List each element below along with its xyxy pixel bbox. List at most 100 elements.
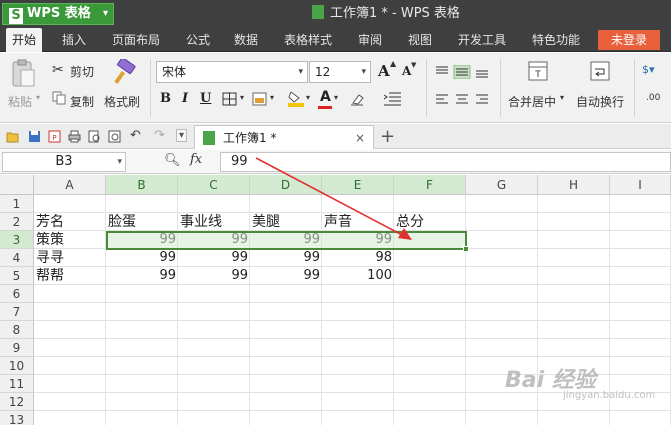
- grid-cell[interactable]: [178, 339, 250, 357]
- wrap-text-icon[interactable]: [590, 61, 610, 81]
- tab-data[interactable]: 数据: [234, 28, 258, 52]
- formula-input[interactable]: 99: [220, 152, 671, 172]
- grid-cell[interactable]: [610, 285, 671, 303]
- chevron-down-icon[interactable]: ▾: [560, 93, 564, 102]
- bold-button[interactable]: B: [160, 91, 171, 106]
- horizontal-align-group[interactable]: [434, 93, 494, 105]
- grid-cell[interactable]: [466, 267, 538, 285]
- grid-cell[interactable]: [178, 393, 250, 411]
- indent-icons[interactable]: [383, 91, 403, 107]
- tab-formulas[interactable]: 公式: [186, 28, 210, 52]
- grid-cell[interactable]: [610, 357, 671, 375]
- copy-icon[interactable]: [52, 91, 66, 105]
- grid-cell[interactable]: [106, 195, 178, 213]
- row-header[interactable]: 2: [0, 213, 34, 231]
- column-header[interactable]: B: [106, 175, 178, 195]
- chevron-down-icon[interactable]: ▾: [270, 93, 274, 102]
- grid-cell[interactable]: [250, 339, 322, 357]
- row-header[interactable]: 7: [0, 303, 34, 321]
- column-header[interactable]: C: [178, 175, 250, 195]
- grid-cell[interactable]: [250, 393, 322, 411]
- scissors-icon[interactable]: ✂: [52, 62, 64, 78]
- chevron-down-icon[interactable]: ▾: [334, 93, 338, 102]
- grid-cell[interactable]: [106, 285, 178, 303]
- row-header[interactable]: 5: [0, 267, 34, 285]
- grid-cell[interactable]: [34, 303, 106, 321]
- grid-cell[interactable]: [322, 375, 394, 393]
- print-preview-icon[interactable]: [88, 130, 101, 143]
- grid-cell[interactable]: [322, 393, 394, 411]
- grid-cell[interactable]: [250, 285, 322, 303]
- grid-cell[interactable]: [394, 375, 466, 393]
- grid-cell[interactable]: [250, 303, 322, 321]
- shrink-font-button[interactable]: A: [402, 64, 411, 78]
- grid-cell[interactable]: [538, 321, 610, 339]
- grid-cell[interactable]: [394, 357, 466, 375]
- wrap-text-button[interactable]: 自动换行: [576, 93, 624, 110]
- grid-cell[interactable]: [34, 357, 106, 375]
- row-header[interactable]: 1: [0, 195, 34, 213]
- row-header[interactable]: 4: [0, 249, 34, 267]
- grid-cell[interactable]: [178, 285, 250, 303]
- grid-cell[interactable]: [466, 393, 538, 411]
- grid-cell[interactable]: [466, 321, 538, 339]
- grid-cell[interactable]: [610, 249, 671, 267]
- underline-button[interactable]: U: [200, 91, 211, 106]
- open-folder-icon[interactable]: [6, 130, 19, 143]
- grid-cell[interactable]: [34, 321, 106, 339]
- fill-handle[interactable]: [463, 246, 469, 252]
- customize-toolbar-icon[interactable]: ▾: [176, 129, 188, 142]
- merge-center-button[interactable]: 合并居中: [508, 93, 556, 110]
- tab-developer[interactable]: 开发工具: [458, 28, 506, 52]
- grid-cell[interactable]: [106, 357, 178, 375]
- text-cell[interactable]: 总分: [394, 213, 466, 231]
- font-size-select[interactable]: 12 ▾: [309, 61, 371, 83]
- grid-cell[interactable]: [394, 303, 466, 321]
- undo-icon[interactable]: ↶: [130, 128, 141, 143]
- grid-cell[interactable]: [322, 195, 394, 213]
- cut-button[interactable]: 剪切: [70, 63, 94, 80]
- document-tab[interactable]: 工作簿1 * ×: [194, 125, 374, 149]
- grid-cell[interactable]: [466, 339, 538, 357]
- row-header[interactable]: 8: [0, 321, 34, 339]
- grid-cell[interactable]: [34, 411, 106, 425]
- font-name-select[interactable]: 宋体 ▾: [156, 61, 308, 83]
- grid-cell[interactable]: [178, 303, 250, 321]
- decimal-increase-icon[interactable]: .00: [646, 93, 660, 103]
- column-header[interactable]: I: [610, 175, 671, 195]
- row-header[interactable]: 11: [0, 375, 34, 393]
- text-cell[interactable]: 事业线: [178, 213, 250, 231]
- grid-cell[interactable]: [610, 303, 671, 321]
- print-icon[interactable]: [68, 130, 81, 143]
- grid-cell[interactable]: [610, 267, 671, 285]
- row-header[interactable]: 6: [0, 285, 34, 303]
- value-cell[interactable]: 100: [322, 267, 394, 285]
- grid-cell[interactable]: [250, 321, 322, 339]
- grid-cell[interactable]: [250, 195, 322, 213]
- grid-cell[interactable]: [394, 321, 466, 339]
- grid-cell[interactable]: [466, 195, 538, 213]
- grid-cell[interactable]: [34, 195, 106, 213]
- font-color-icon[interactable]: A: [320, 89, 331, 105]
- grid-cell[interactable]: [610, 321, 671, 339]
- tab-special-features[interactable]: 特色功能: [532, 28, 580, 52]
- grid-cell[interactable]: [466, 213, 538, 231]
- number-format-icon[interactable]: $▾: [642, 63, 655, 76]
- value-cell[interactable]: 99: [106, 249, 178, 267]
- value-cell[interactable]: 99: [178, 267, 250, 285]
- grid-cell[interactable]: [322, 303, 394, 321]
- grid-cell[interactable]: [466, 231, 538, 249]
- vertical-align-group[interactable]: [434, 65, 494, 79]
- grid-cell[interactable]: [394, 195, 466, 213]
- grid-cell[interactable]: [106, 339, 178, 357]
- grid-cell[interactable]: [322, 357, 394, 375]
- value-cell[interactable]: 99: [178, 249, 250, 267]
- grid-cell[interactable]: [106, 303, 178, 321]
- text-cell[interactable]: 脸蛋: [106, 213, 178, 231]
- spell-check-icon[interactable]: [108, 130, 121, 143]
- close-icon[interactable]: ×: [355, 126, 365, 150]
- grid-cell[interactable]: [106, 321, 178, 339]
- column-header[interactable]: D: [250, 175, 322, 195]
- row-header[interactable]: 9: [0, 339, 34, 357]
- grid-cell[interactable]: [538, 303, 610, 321]
